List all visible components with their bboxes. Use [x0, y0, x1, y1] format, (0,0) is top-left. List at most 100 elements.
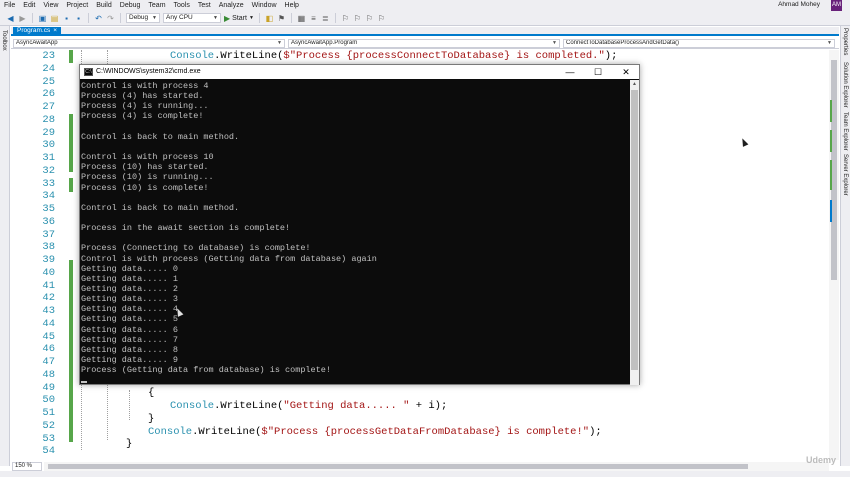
platform-select[interactable]: Any CPU ▼	[163, 13, 221, 23]
line-number: 50	[42, 394, 55, 407]
undo-icon[interactable]: ↶	[94, 14, 103, 23]
line-number: 43	[42, 305, 55, 317]
code-line-51: }	[148, 413, 155, 425]
console-title: C:\WINDOWS\system32\cmd.exe	[96, 68, 201, 75]
project-select[interactable]: AsyncAwaitApp ▼	[13, 39, 285, 48]
close-button[interactable]: ✕	[613, 66, 639, 78]
console-line: Control is back to main method.	[81, 131, 240, 142]
menu-analyze[interactable]: Analyze	[215, 2, 248, 9]
code-text: + i);	[409, 400, 448, 412]
user-name[interactable]: Ahmad Mohey	[778, 1, 820, 8]
format-icon[interactable]: ▦	[297, 14, 306, 23]
menu-project[interactable]: Project	[62, 2, 92, 9]
member-select[interactable]: ConnectToDatabaseProcessAndGetData() ▼	[563, 39, 835, 48]
console-title-bar[interactable]: C:\ C:\WINDOWS\system32\cmd.exe — ☐ ✕	[80, 65, 639, 79]
close-icon[interactable]: ×	[53, 27, 57, 35]
chevron-down-icon: ▼	[213, 15, 218, 21]
class-select[interactable]: AsyncAwaitApp.Program ▼	[288, 39, 560, 48]
console-line: Getting data..... 0	[81, 263, 178, 274]
new-project-icon[interactable]: ▣	[38, 14, 47, 23]
menu-view[interactable]: View	[39, 2, 62, 9]
chevron-down-icon: ▼	[248, 15, 254, 21]
code-text: .WriteLine(	[214, 50, 284, 62]
line-number: 27	[42, 101, 55, 113]
save-icon[interactable]: ▪	[62, 14, 71, 23]
toolbar-separator	[120, 13, 121, 23]
code-text: .WriteLine(	[214, 400, 284, 412]
save-all-icon[interactable]: ▪	[74, 14, 83, 23]
solution-explorer-tab[interactable]: Solution Explorer	[842, 62, 848, 108]
find-icon[interactable]: ◧	[265, 14, 274, 23]
bookmark-icon[interactable]: ⚐	[341, 14, 350, 23]
editor-horizontal-scrollbar[interactable]	[44, 462, 829, 471]
menu-build[interactable]: Build	[92, 2, 116, 9]
scrollbar-thumb[interactable]	[631, 90, 638, 370]
menu-bar: File Edit View Project Build Debug Team …	[0, 0, 850, 11]
menu-window[interactable]: Window	[248, 2, 281, 9]
toolbox-tab[interactable]: Toolbox	[0, 26, 10, 466]
menu-test[interactable]: Test	[194, 2, 215, 9]
comment-icon[interactable]: ≡	[309, 14, 318, 23]
toolbar-separator	[32, 13, 33, 23]
next-bookmark-icon[interactable]: ⚐	[365, 14, 374, 23]
minimize-button[interactable]: —	[557, 66, 583, 78]
code-line-23: Console.WriteLine($"Process {processConn…	[170, 50, 617, 62]
line-number: 25	[42, 75, 55, 88]
console-scrollbar[interactable]: ▲	[630, 80, 639, 385]
start-button[interactable]: ▶ Start ▼	[224, 14, 254, 23]
hot-reload-icon[interactable]: ⚑	[277, 14, 286, 23]
code-text: .WriteLine(	[192, 426, 262, 438]
open-icon[interactable]: ▤	[50, 14, 59, 23]
code-line-52: Console.WriteLine($"Process {processGetD…	[148, 426, 602, 438]
toolbar-separator	[334, 13, 336, 23]
code-string: "Getting data..... "	[283, 400, 410, 412]
properties-tab[interactable]: Properties	[842, 28, 848, 55]
prev-bookmark-icon[interactable]: ⚐	[353, 14, 362, 23]
project-value: AsyncAwaitApp	[16, 40, 58, 46]
uncomment-icon[interactable]: ≣	[321, 14, 330, 23]
menu-debug[interactable]: Debug	[116, 2, 145, 9]
line-number: 24	[42, 62, 55, 75]
line-number: 39	[42, 254, 55, 266]
maximize-button[interactable]: ☐	[585, 66, 611, 78]
menu-help[interactable]: Help	[281, 2, 303, 9]
user-avatar[interactable]: AM	[831, 0, 842, 11]
console-line: Getting data..... 4	[81, 304, 178, 315]
menu-file[interactable]: File	[0, 2, 19, 9]
console-window[interactable]: C:\ C:\WINDOWS\system32\cmd.exe — ☐ ✕ Co…	[79, 64, 640, 385]
back-icon[interactable]: ◀	[6, 14, 15, 23]
line-number: 38	[42, 241, 55, 254]
clear-bookmarks-icon[interactable]: ⚐	[377, 14, 386, 23]
team-explorer-tab[interactable]: Team Explorer	[842, 112, 848, 151]
tab-program-cs[interactable]: Program.cs ×	[13, 27, 62, 35]
console-line: Process (Connecting to database) is comp…	[81, 243, 311, 254]
server-explorer-tab[interactable]: Server Explorer	[842, 154, 848, 196]
menu-edit[interactable]: Edit	[19, 2, 39, 9]
right-panel-tabs: Properties Solution Explorer Team Explor…	[840, 26, 850, 466]
console-line: Getting data..... 6	[81, 324, 178, 335]
line-number: 35	[42, 203, 55, 215]
code-line-50: Console.WriteLine("Getting data..... " +…	[170, 400, 448, 412]
forward-icon[interactable]: ▶	[18, 14, 27, 23]
menu-tools[interactable]: Tools	[170, 2, 194, 9]
scroll-up-icon[interactable]: ▲	[630, 80, 639, 89]
line-number: 37	[42, 228, 55, 241]
editor-vertical-scrollbar[interactable]	[829, 50, 839, 460]
configuration-select[interactable]: Debug ▼	[126, 13, 160, 23]
console-line: Getting data..... 8	[81, 344, 178, 355]
scroll-caret-marker	[830, 200, 832, 222]
tab-label: Program.cs	[17, 27, 51, 34]
console-output[interactable]: Control is with process 4 Process (4) has…	[81, 80, 630, 385]
console-line: Getting data..... 3	[81, 294, 178, 305]
change-marker	[69, 50, 73, 63]
code-class-console: Console	[148, 426, 193, 438]
zoom-level-select[interactable]: 150 %	[12, 462, 42, 471]
scrollbar-thumb[interactable]	[48, 464, 748, 469]
toolbar-separator	[258, 13, 260, 23]
menu-team[interactable]: Team	[144, 2, 169, 9]
scroll-change-marker	[830, 100, 832, 122]
chevron-down-icon: ▼	[552, 40, 557, 46]
toolbox-label: Toolbox	[1, 30, 7, 51]
line-number: 33	[42, 177, 55, 190]
redo-icon[interactable]: ↷	[106, 14, 115, 23]
